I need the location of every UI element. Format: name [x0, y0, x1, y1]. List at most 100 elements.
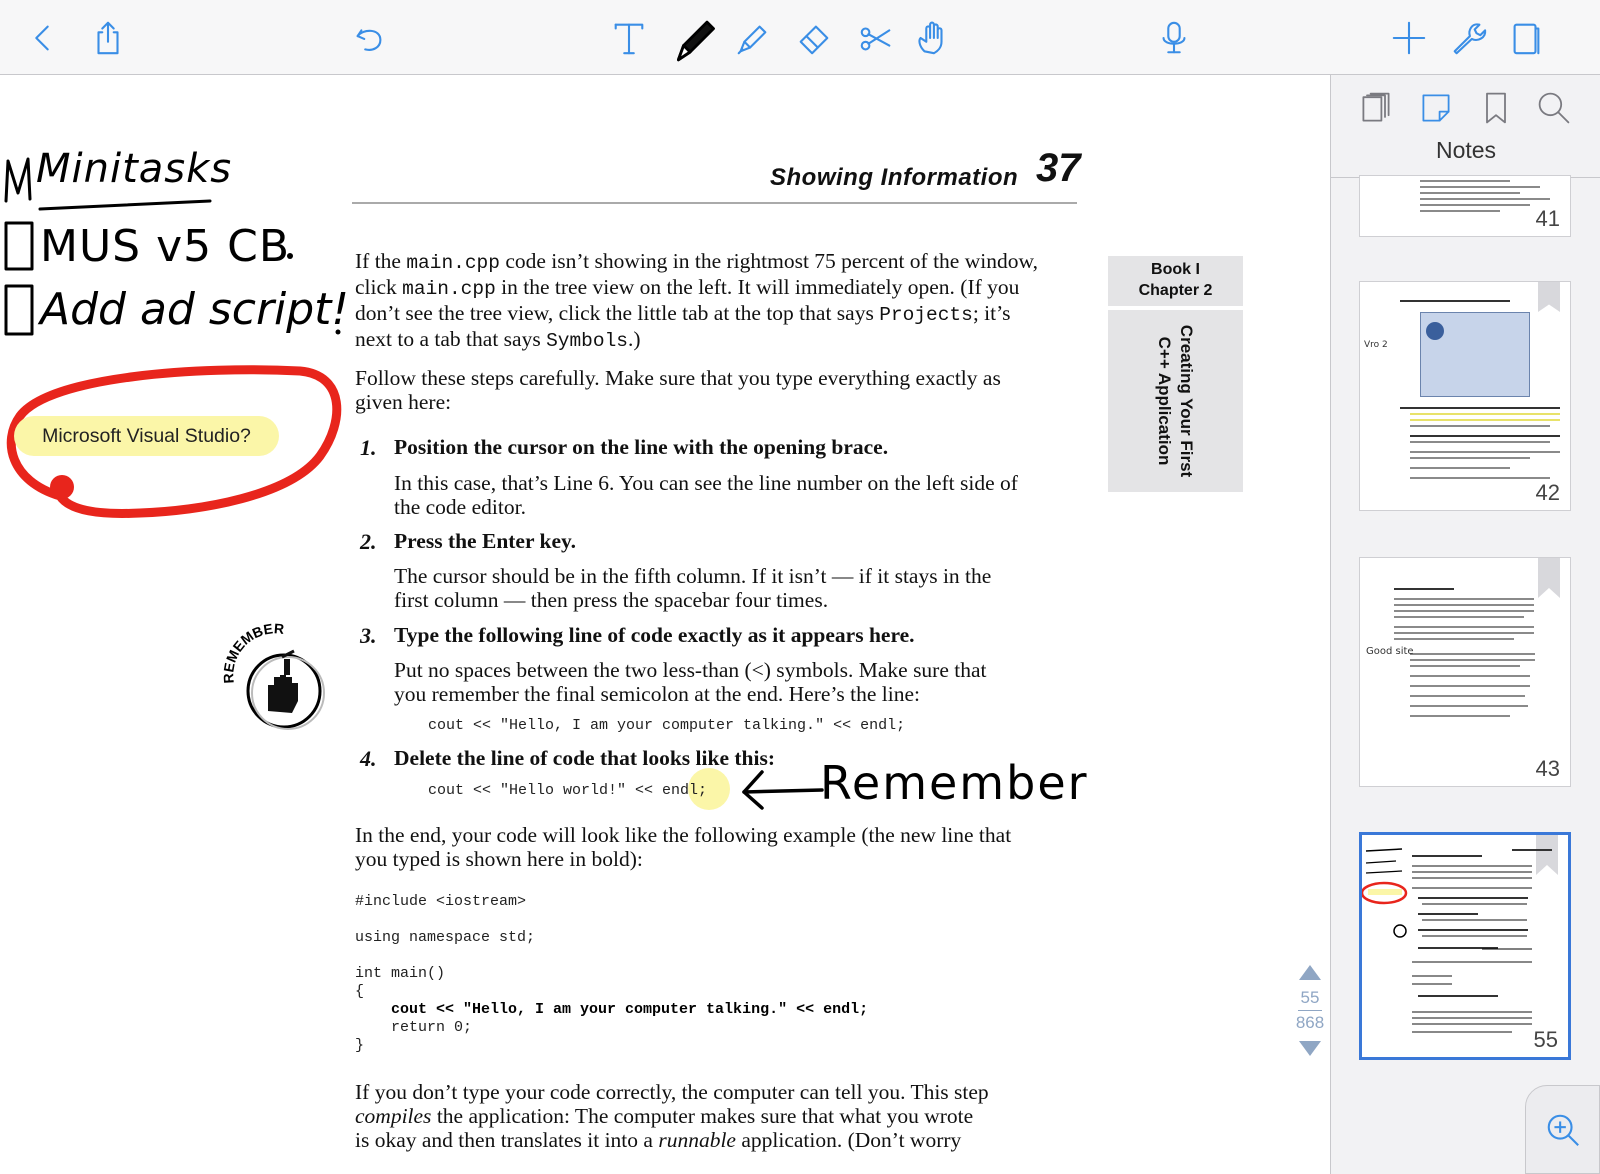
text-tool-button[interactable] — [605, 14, 653, 62]
page-navigator: 55 868 — [1290, 965, 1330, 1070]
scissors-tool-button[interactable] — [852, 14, 900, 62]
page-thumbnail-55[interactable]: 55 — [1359, 832, 1571, 1060]
step-1-number: 1. — [360, 435, 377, 460]
chapter-title-line-1: Creating Your First — [1177, 324, 1196, 478]
book-label: Book I — [1151, 261, 1200, 278]
chapter-title-vertical: Creating Your First C++ Application — [1153, 325, 1197, 477]
sticky-note[interactable]: Microsoft Visual Studio? — [14, 416, 279, 456]
header-rule — [352, 202, 1077, 204]
share-icon — [97, 21, 119, 55]
zoom-button[interactable] — [1525, 1085, 1600, 1174]
tab-notes[interactable] — [1413, 85, 1459, 131]
text-italic: compiles — [355, 1104, 432, 1128]
bookmark-ribbon — [1538, 282, 1560, 312]
page-layout-button[interactable] — [1502, 14, 1550, 62]
step-4-code: cout << "Hello world!" << endl; — [428, 782, 708, 799]
text: given here: — [355, 390, 452, 414]
page-layout-icon — [1513, 23, 1540, 55]
highlighter-icon — [737, 25, 767, 55]
highlighter-tool-button[interactable] — [728, 14, 776, 62]
text: In this case, that’s Line 6. You can see… — [394, 471, 1018, 495]
undo-button[interactable] — [345, 14, 393, 62]
text: code isn’t showing in the rightmost 75 p… — [499, 249, 1038, 273]
page-thumbnail-41[interactable]: 41 — [1359, 175, 1571, 237]
book-pages-icon — [1362, 92, 1390, 122]
thumbnail-page-number: 42 — [1535, 480, 1560, 505]
tab-search[interactable] — [1531, 85, 1577, 131]
eraser-icon — [799, 25, 829, 55]
page-down-arrow-icon[interactable] — [1299, 1041, 1321, 1056]
back-button[interactable] — [18, 14, 66, 62]
page-up-arrow-icon[interactable] — [1299, 965, 1321, 980]
text: application. (Don’t worry — [735, 1128, 962, 1152]
paragraph-3: In the end, your code will look like the… — [355, 823, 1080, 871]
sticky-note-text: Microsoft Visual Studio? — [42, 424, 251, 447]
search-icon — [1538, 92, 1570, 124]
handwriting-task-2: Add ad script! — [40, 284, 350, 335]
microphone-button[interactable] — [1150, 14, 1198, 62]
handwriting-arrow — [742, 770, 824, 810]
code-inline: Projects — [879, 304, 973, 326]
bookmark-icon — [1486, 92, 1506, 124]
step-2-title: Press the Enter key. — [394, 529, 576, 553]
eraser-tool-button[interactable] — [790, 14, 838, 62]
thumbnail-page-number: 43 — [1535, 756, 1560, 781]
code-line: { — [355, 983, 365, 1000]
paragraph-2: Follow these steps carefully. Make sure … — [355, 366, 1080, 414]
page-thumbnail-42[interactable]: Vro 2 42 — [1359, 281, 1571, 511]
hand-icon — [918, 21, 943, 55]
text: If the — [355, 249, 407, 273]
page-running-header: Showing Information — [770, 164, 1019, 191]
microphone-icon — [1162, 21, 1186, 54]
thumbnail-handwriting: Good site — [1366, 646, 1414, 657]
text-italic: runnable — [658, 1128, 736, 1152]
text: .) — [628, 327, 641, 351]
text: first column — then press the spacebar f… — [394, 588, 829, 612]
code-inline: main.cpp — [402, 278, 496, 300]
code-inline: main.cpp — [406, 252, 500, 274]
text: you typed is shown here in bold): — [355, 847, 643, 871]
text: in the tree view on the left. It will im… — [495, 275, 1020, 299]
share-button[interactable] — [84, 14, 132, 62]
text: don’t see the tree view, click the littl… — [355, 301, 880, 325]
hand-tool-button[interactable] — [908, 14, 956, 62]
step-3-body: Put no spaces between the two less-than … — [394, 658, 1074, 706]
thumbnail-page-number: 55 — [1533, 1027, 1558, 1052]
code-line: using namespace std; — [355, 929, 536, 946]
code-line: } — [355, 1037, 365, 1054]
page-thumbnail-43[interactable]: Good site 43 — [1359, 557, 1571, 787]
step-4-number: 4. — [360, 746, 377, 771]
scissors-icon — [860, 27, 891, 51]
step-3-title: Type the following line of code exactly … — [394, 623, 915, 647]
sidebar: Notes 41 Vro 2 42 Good site 43 55 — [1330, 75, 1600, 1174]
text: Put no spaces between the two less-than … — [394, 658, 987, 682]
sticky-note-icon — [1422, 94, 1450, 122]
chevron-left-icon — [35, 25, 49, 51]
text: ; it’s — [972, 301, 1011, 325]
handwriting-remember: Remember — [820, 756, 1089, 810]
chapter-tab: Book I Chapter 2 — [1108, 256, 1243, 306]
thumbnail-page-number: 41 — [1535, 206, 1560, 231]
pen-tool-button[interactable] — [665, 10, 723, 68]
tab-bookmarks[interactable] — [1473, 85, 1519, 131]
text: click — [355, 275, 403, 299]
text-tool-icon — [614, 23, 644, 55]
tab-outline[interactable] — [1353, 85, 1399, 131]
settings-button[interactable] — [1444, 14, 1492, 62]
pen-icon — [676, 20, 715, 62]
document-page[interactable]: Minitasks MUS v5 CB Add ad script! Micro… — [0, 76, 1330, 1174]
thumbnail-preview — [1362, 848, 1552, 1033]
text: The cursor should be in the fifth column… — [394, 564, 992, 588]
text: Follow these steps carefully. Make sure … — [355, 366, 1001, 390]
code-line: int main() — [355, 965, 446, 982]
undo-icon — [356, 29, 382, 51]
text: is okay and then translates it into a — [355, 1128, 659, 1152]
code-inline: Symbols — [546, 330, 628, 352]
add-page-button[interactable] — [1385, 14, 1433, 62]
bookmark-ribbon — [1538, 558, 1560, 598]
step-1-title: Position the cursor on the line with the… — [394, 435, 889, 459]
text: If you don’t type your code correctly, t… — [355, 1080, 989, 1104]
handwriting-title: Minitasks — [36, 146, 233, 192]
step-3-number: 3. — [360, 623, 377, 648]
toolbar — [0, 0, 1600, 75]
